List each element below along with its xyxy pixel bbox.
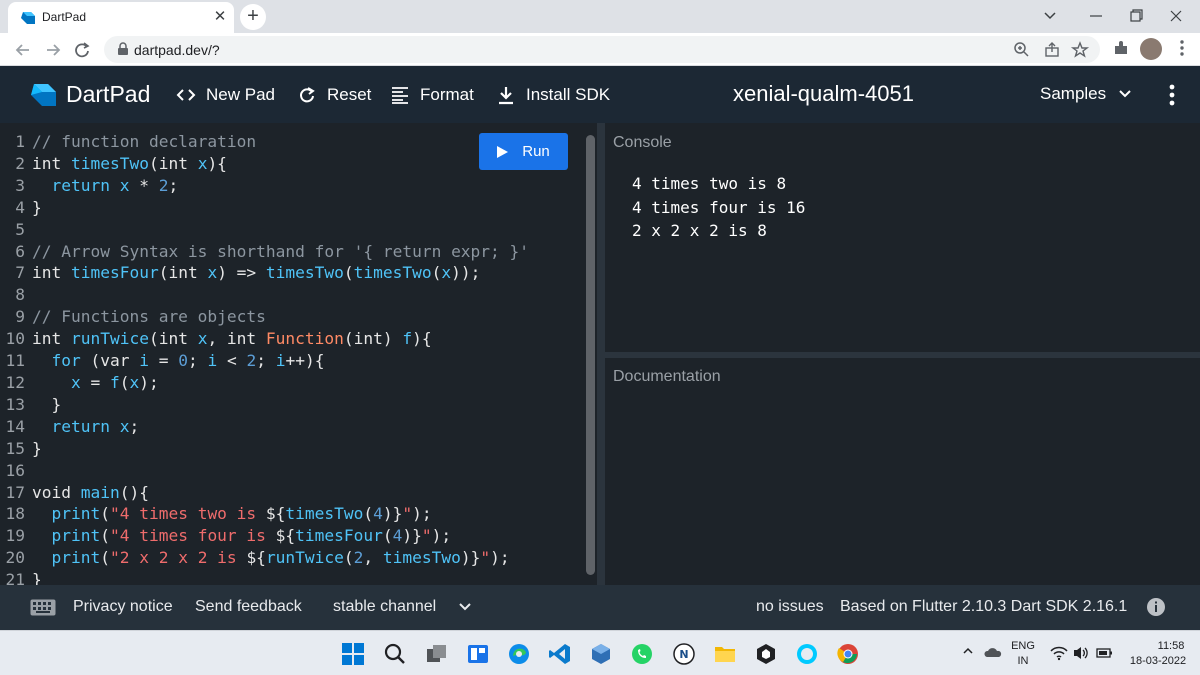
zoom-icon[interactable]	[1012, 40, 1032, 60]
vertical-splitter[interactable]	[597, 123, 605, 585]
reset-label: Reset	[327, 85, 372, 104]
windows-start-icon[interactable]	[341, 642, 365, 666]
alexa-icon[interactable]	[795, 642, 819, 666]
console-panel: Console 4 times two is 8 4 times four is …	[605, 123, 1200, 352]
windows-taskbar: N ENG IN 11:58 18-03-2022	[0, 630, 1200, 675]
language-code[interactable]: ENG	[1008, 640, 1038, 652]
chevron-up-icon[interactable]	[962, 645, 974, 657]
browser-tab[interactable]: DartPad ✕	[8, 2, 234, 33]
volume-icon[interactable]	[1072, 644, 1090, 662]
app-title: DartPad	[66, 81, 151, 107]
format-button[interactable]: Format	[390, 84, 474, 106]
install-sdk-label: Install SDK	[526, 85, 611, 104]
play-icon	[497, 145, 509, 158]
task-view-icon[interactable]	[425, 642, 449, 666]
wifi-icon[interactable]	[1050, 644, 1068, 662]
keyboard-icon[interactable]	[30, 599, 56, 616]
tab-title: DartPad	[42, 10, 87, 24]
tab-search-chevron-icon[interactable]	[1038, 6, 1062, 26]
vscode-icon[interactable]	[548, 642, 572, 666]
back-arrow-icon[interactable]	[12, 39, 34, 61]
send-feedback-link[interactable]: Send feedback	[195, 598, 302, 616]
download-icon	[499, 87, 513, 105]
restore-icon[interactable]	[1124, 6, 1148, 26]
pad-name[interactable]: xenial-qualm-4051	[733, 81, 914, 107]
documentation-panel: Documentation	[605, 358, 1200, 585]
app-hex-icon[interactable]	[754, 642, 778, 666]
new-pad-button[interactable]: New Pad	[176, 84, 275, 106]
share-icon[interactable]	[1042, 40, 1062, 60]
file-explorer-icon[interactable]	[713, 642, 737, 666]
minimize-icon[interactable]	[1084, 6, 1108, 26]
samples-dropdown[interactable]: Samples	[1040, 84, 1132, 104]
run-label: Run	[522, 143, 550, 160]
new-pad-label: New Pad	[206, 85, 275, 104]
language-region[interactable]: IN	[1008, 655, 1038, 667]
tab-close-icon[interactable]: ✕	[210, 7, 230, 27]
refresh-icon	[300, 87, 315, 103]
privacy-notice-link[interactable]: Privacy notice	[73, 598, 173, 616]
run-button[interactable]: Run	[479, 133, 568, 170]
version-text: Based on Flutter 2.10.3 Dart SDK 2.16.1	[840, 598, 1128, 615]
code-content[interactable]: 1// function declaration 2 int timesTwo(i…	[0, 131, 530, 585]
profile-avatar[interactable]	[1140, 38, 1162, 60]
svg-text:N: N	[679, 648, 688, 661]
clock-date[interactable]: 18-03-2022	[1122, 655, 1194, 667]
console-line: 2 x 2 x 2 is 8	[632, 221, 767, 240]
search-icon[interactable]	[383, 642, 407, 666]
browser-menu-icon[interactable]	[1172, 38, 1192, 58]
format-icon	[392, 87, 408, 104]
extensions-icon[interactable]	[1111, 38, 1131, 58]
chevron-down-icon[interactable]	[457, 599, 473, 615]
reload-icon[interactable]	[71, 39, 93, 61]
console-output: 4 times two is 8 4 times four is 16 2 x 2 …	[632, 172, 805, 243]
chevron-down-icon	[1119, 90, 1131, 98]
widgets-icon[interactable]	[466, 642, 490, 666]
bookmark-star-icon[interactable]	[1070, 40, 1090, 60]
reset-button[interactable]: Reset	[297, 84, 371, 106]
browser-toolbar: dartpad.dev/?	[0, 33, 1200, 66]
console-title: Console	[613, 134, 672, 151]
console-line: 4 times four is 16	[632, 197, 806, 217]
dartpad-footer: Privacy notice Send feedback stable chan…	[0, 585, 1200, 630]
clock-time[interactable]: 11:58	[1148, 640, 1194, 652]
format-label: Format	[420, 85, 474, 104]
lock-icon[interactable]	[116, 42, 130, 56]
dart-logo-icon	[31, 84, 56, 106]
dart-favicon-icon	[21, 12, 35, 24]
new-tab-button[interactable]: +	[240, 4, 266, 30]
dartpad-header: DartPad New Pad Reset Format Install SDK…	[0, 66, 1200, 123]
issues-status: no issues	[756, 598, 824, 615]
whatsapp-icon[interactable]	[630, 642, 654, 666]
more-vert-icon[interactable]	[1162, 83, 1182, 107]
console-line: 4 times two is 8	[632, 174, 787, 193]
samples-label: Samples	[1040, 84, 1107, 103]
browser-tab-strip: DartPad ✕ +	[0, 0, 1200, 33]
window-close-icon[interactable]	[1164, 6, 1188, 26]
edge-browser-icon[interactable]	[507, 642, 531, 666]
info-icon[interactable]	[1146, 597, 1166, 617]
channel-select[interactable]: stable channel	[333, 598, 436, 616]
address-bar[interactable]: dartpad.dev/?	[104, 36, 1100, 63]
onedrive-icon[interactable]	[983, 643, 1003, 663]
documentation-title: Documentation	[613, 368, 721, 385]
code-icon	[176, 89, 196, 101]
url-text[interactable]: dartpad.dev/?	[134, 42, 220, 58]
battery-icon[interactable]	[1095, 644, 1113, 662]
editor-scrollbar[interactable]	[586, 135, 595, 575]
app-n-icon[interactable]: N	[672, 642, 696, 666]
code-editor[interactable]: 1// function declaration 2 int timesTwo(i…	[0, 123, 597, 585]
chrome-icon[interactable]	[836, 642, 860, 666]
forward-arrow-icon[interactable]	[42, 39, 64, 61]
virtualbox-icon[interactable]	[589, 642, 613, 666]
install-sdk-button[interactable]: Install SDK	[496, 84, 610, 106]
